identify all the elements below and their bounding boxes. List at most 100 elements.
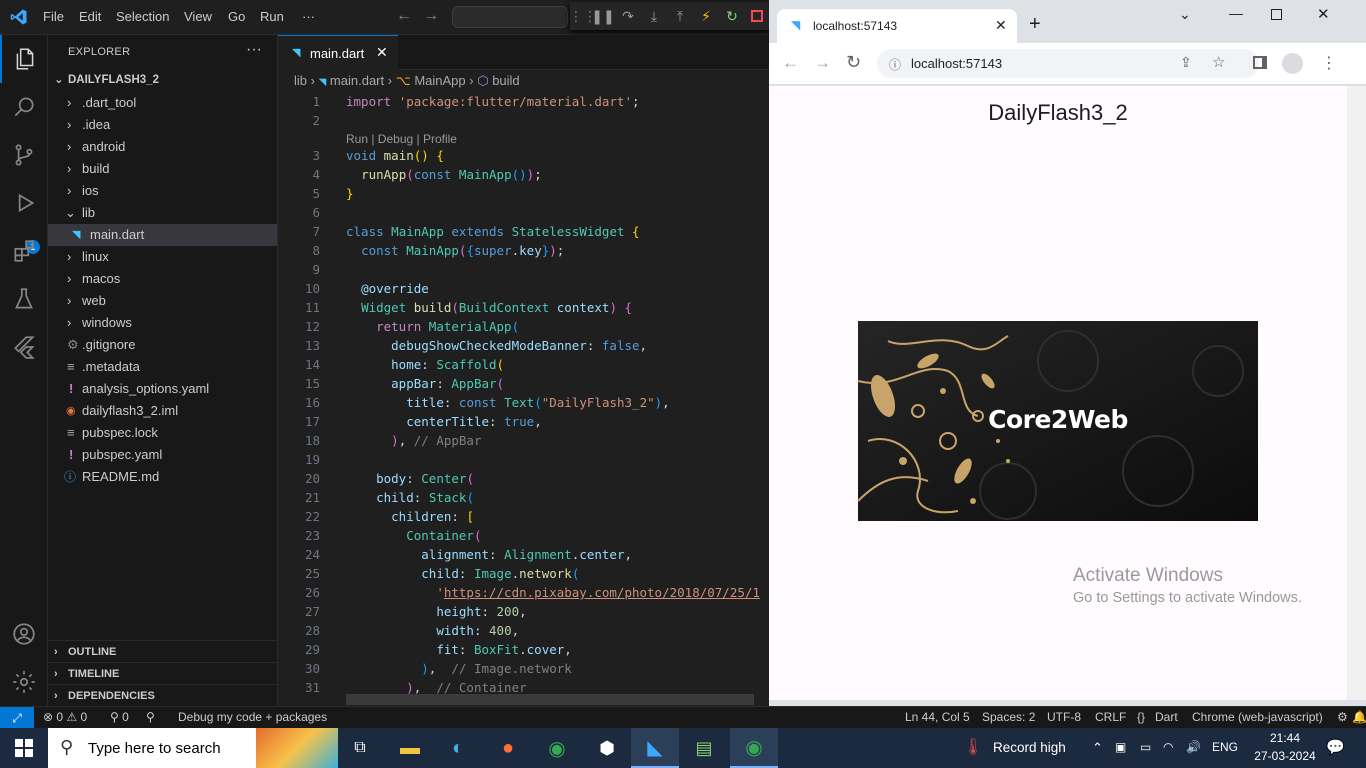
hot-reload-icon[interactable]: ⚡ [695, 6, 717, 26]
forward-arrow-icon[interactable]: → [423, 7, 439, 25]
close-tab-icon[interactable]: ✕ [995, 17, 1007, 34]
code-line[interactable]: home: Scaffold( [346, 357, 504, 372]
code-line[interactable]: } [346, 186, 354, 201]
tree-item-main-dart[interactable]: ◥ main.dart [48, 224, 277, 246]
step-over-icon[interactable]: ↷ [617, 6, 639, 26]
encoding[interactable]: UTF-8 [1047, 710, 1081, 724]
edge-browser-icon[interactable]: ◐ [434, 728, 482, 768]
outline-section[interactable]: › OUTLINE [48, 640, 277, 662]
code-line[interactable]: appBar: AppBar( [346, 376, 504, 391]
tree-item-ios[interactable]: › ios [48, 180, 277, 202]
reload-icon[interactable]: ↻ [846, 52, 861, 73]
run-debug-icon[interactable] [0, 179, 48, 227]
tree-item-gitignore[interactable]: ⚙ .gitignore [48, 334, 277, 356]
battery-icon[interactable]: ▭ [1140, 740, 1151, 754]
address-bar[interactable]: ⓘ localhost:57143 ⇪ ☆ [877, 49, 1259, 78]
source-control-icon[interactable] [0, 131, 48, 179]
menu-more[interactable]: ··· [302, 9, 315, 24]
tree-item-macos[interactable]: › macos [48, 268, 277, 290]
code-line[interactable]: children: [ [346, 509, 474, 524]
vscode-taskbar-icon[interactable]: ◣ [631, 728, 679, 768]
maximize-icon[interactable] [1271, 9, 1282, 20]
code-line[interactable]: 'https://cdn.pixabay.com/photo/2018/07/2… [346, 585, 760, 600]
tab-main-dart[interactable]: ◥ main.dart ✕ [278, 35, 398, 70]
explorer-files-icon[interactable] [0, 35, 48, 83]
code-line[interactable]: title: const Text("DailyFlash3_2"), [346, 395, 669, 410]
firefox-icon[interactable]: ● [484, 728, 532, 768]
timeline-section[interactable]: › TIMELINE [48, 662, 277, 684]
menu-go[interactable]: Go [228, 9, 245, 24]
file-explorer-icon[interactable]: ▬ [386, 728, 434, 768]
code-line[interactable]: runApp(const MainApp()); [346, 167, 542, 182]
chrome-menu-icon[interactable]: ⋮ [1321, 53, 1337, 73]
code-line[interactable]: child: Image.network( [346, 566, 579, 581]
tree-item-pubspec-lock[interactable]: ≡ pubspec.lock [48, 422, 277, 444]
search-highlight-image[interactable] [256, 728, 338, 768]
weather-text[interactable]: Record high [993, 740, 1066, 755]
line-ending[interactable]: CRLF [1095, 710, 1126, 724]
side-panel-icon[interactable] [1253, 56, 1267, 69]
pause-icon[interactable]: ❚❚ [591, 6, 614, 26]
wifi-icon[interactable]: ◠ [1163, 740, 1173, 754]
notifications-icon[interactable]: 💬 [1326, 738, 1345, 756]
code-line[interactable]: @override [346, 281, 429, 296]
code-line[interactable]: Widget build(BuildContext context) { [346, 300, 632, 315]
tree-item-iml[interactable]: ◉ dailyflash3_2.iml [48, 400, 277, 422]
device-icon[interactable]: ▣ [1115, 740, 1126, 754]
testing-flask-icon[interactable] [0, 275, 48, 323]
profile-avatar-icon[interactable] [1282, 53, 1303, 74]
ports-status[interactable]: ⚲ 0 [110, 710, 129, 724]
command-center[interactable] [452, 6, 568, 28]
search-icon[interactable] [0, 83, 48, 131]
code-line[interactable]: ), // AppBar [346, 433, 481, 448]
code-line[interactable]: debugShowCheckedModeBanner: false, [346, 338, 647, 353]
code-line[interactable]: centerTitle: true, [346, 414, 542, 429]
menu-selection[interactable]: Selection [116, 9, 169, 24]
code-line[interactable]: child: Stack( [346, 490, 474, 505]
flutter-icon[interactable] [0, 323, 48, 371]
windows-start-icon[interactable] [0, 728, 48, 768]
chrome-active-icon[interactable]: ◉ [730, 728, 778, 768]
minimize-icon[interactable]: — [1229, 5, 1243, 21]
bookmark-star-icon[interactable]: ☆ [1212, 53, 1225, 71]
tree-item-pubspec-yaml[interactable]: ! pubspec.yaml [48, 444, 277, 466]
forward-arrow-icon[interactable]: → [814, 53, 831, 73]
page-scrollbar[interactable] [1347, 86, 1366, 700]
window-close-icon[interactable]: ✕ [1317, 5, 1330, 23]
tree-item-windows[interactable]: › windows [48, 312, 277, 334]
tab-search-chevron-icon[interactable]: ⌄ [1179, 6, 1191, 23]
site-info-icon[interactable]: ⓘ [889, 56, 901, 73]
code-line[interactable]: class MainApp extends StatelessWidget { [346, 224, 640, 239]
code-line[interactable]: Container( [346, 528, 481, 543]
language-mode[interactable]: Dart [1155, 710, 1178, 724]
menu-edit[interactable]: Edit [79, 9, 101, 24]
code-line[interactable]: body: Center( [346, 471, 474, 486]
restart-icon[interactable]: ↻ [721, 6, 743, 26]
code-line[interactable]: return MaterialApp( [346, 319, 519, 334]
more-actions-icon[interactable]: ··· [246, 41, 262, 59]
extensions-icon[interactable] [0, 227, 48, 275]
code-line[interactable]: import 'package:flutter/material.dart'; [346, 94, 640, 109]
tree-item-idea[interactable]: › .idea [48, 114, 277, 136]
browser-tab[interactable]: ◥ localhost:57143 ✕ [777, 9, 1017, 43]
taskbar-search-box[interactable]: ⚲ Type here to search [48, 728, 338, 768]
debug-mode-status[interactable]: Debug my code + packages [178, 710, 327, 724]
indentation[interactable]: Spaces: 2 [982, 710, 1035, 724]
dependencies-section[interactable]: › DEPENDENCIES [48, 684, 277, 706]
volume-icon[interactable]: 🔊 [1186, 740, 1201, 754]
tree-item-readme[interactable]: ⓘ README.md [48, 466, 277, 488]
stop-icon[interactable] [746, 6, 768, 26]
code-line[interactable]: const MainApp({super.key}); [346, 243, 564, 258]
menu-run[interactable]: Run [260, 9, 284, 24]
step-out-icon[interactable]: ⤒ [669, 6, 691, 26]
tree-item-dart-tool[interactable]: › .dart_tool [48, 92, 277, 114]
step-into-icon[interactable]: ⤓ [643, 6, 665, 26]
codelens-run-debug[interactable]: Run | Debug | Profile [346, 132, 457, 146]
tree-item-lib[interactable]: ⌄ lib [48, 202, 277, 224]
menu-file[interactable]: File [43, 9, 64, 24]
tree-item-build[interactable]: › build [48, 158, 277, 180]
back-arrow-icon[interactable]: ← [782, 53, 799, 73]
close-icon[interactable]: ✕ [376, 44, 388, 61]
notepad-icon[interactable]: ▤ [680, 728, 728, 768]
tree-item-android[interactable]: › android [48, 136, 277, 158]
